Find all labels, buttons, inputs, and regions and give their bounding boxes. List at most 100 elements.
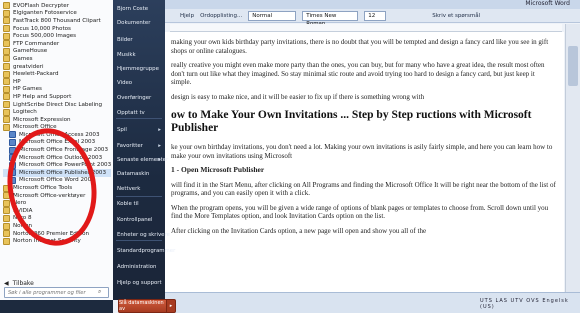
program-folder[interactable]: Focus 500,000 Images [3, 32, 111, 40]
doc-step-heading: 1 - Open Microsoft Publisher [171, 165, 265, 174]
program-label: Microsoft Office [13, 124, 57, 131]
program-folder[interactable]: Microsoft Office [3, 123, 111, 132]
program-item[interactable]: Microsoft Office PowerPoint 2003 [3, 161, 111, 169]
program-folder[interactable]: GameHouse [3, 47, 111, 56]
font-combo[interactable]: Times New Roman [302, 10, 359, 27]
program-folder[interactable]: Elgiganten Fotoservice [3, 9, 111, 18]
shutdown-button[interactable]: Slå datamaskinen av [118, 299, 168, 313]
program-folder[interactable]: Hewlett-Packard [3, 70, 111, 78]
program-folder[interactable]: HP Help and Support [3, 93, 111, 101]
program-label: HP [13, 78, 21, 85]
folder-icon [3, 108, 10, 116]
program-folder[interactable]: Microsoft Office-verktøyer [3, 192, 111, 200]
folder-icon [3, 230, 10, 238]
program-folder[interactable]: Norton [3, 222, 111, 230]
folder-icon [3, 93, 10, 101]
status-bar: UTS LAS UTV OVS Engelsk (US) [160, 292, 580, 313]
start-right-item-label: Hjelp og support [117, 280, 162, 286]
folder-icon [3, 123, 10, 131]
start-right-item[interactable]: Musikk [117, 52, 163, 58]
program-folder[interactable]: Focus 10,000 Photos [3, 25, 111, 33]
program-label: Microsoft Office Excel 2003 [19, 139, 96, 146]
program-label: LightScribe Direct Disc Labeling [13, 101, 103, 108]
start-search-box[interactable]: ⌕ [4, 287, 109, 298]
start-right-item[interactable]: Datamaskin [117, 171, 163, 177]
start-right-item[interactable]: Enheter og skrivere [117, 232, 170, 238]
start-right-item[interactable]: Dokumenter [117, 20, 163, 26]
style-list-label[interactable]: Ordopplisting... [200, 13, 242, 19]
start-right-item[interactable]: Bjorn Coste [117, 6, 163, 12]
start-right-item[interactable]: Koble til [117, 201, 163, 207]
help-question-box[interactable]: Skriv et spørsmål [432, 13, 480, 19]
start-right-item[interactable]: Administration [117, 264, 163, 270]
program-folder[interactable]: FTP Commander [3, 40, 111, 48]
program-folder[interactable]: Norton 360 Premier Edition [3, 230, 111, 238]
program-folder[interactable]: HP [3, 78, 111, 86]
start-right-item[interactable]: Favoritter ▸ [117, 143, 163, 149]
start-right-item[interactable]: Spil ▸ [117, 127, 163, 133]
folder-icon [3, 32, 10, 40]
program-label: Focus 10,000 Photos [13, 25, 71, 32]
start-right-item-label: Favoritter [117, 143, 143, 149]
app-icon [9, 169, 16, 177]
doc-paragraph: design is easy to make nice, and it will… [171, 92, 425, 101]
program-folder[interactable]: Logitech [3, 108, 111, 116]
start-right-item-label: Video [117, 80, 133, 86]
folder-icon [3, 101, 10, 109]
font-size-combo[interactable]: 12 [364, 10, 387, 21]
program-folder[interactable]: HP Games [3, 85, 111, 94]
folder-icon [3, 214, 10, 222]
program-folder[interactable]: NVIDIA [3, 207, 111, 215]
program-label: Nero [13, 200, 27, 207]
program-item[interactable]: Microsoft Office Publisher 2003 [3, 169, 111, 177]
program-item[interactable]: Microsoft Office Outlook 2003 [3, 154, 111, 162]
program-folder[interactable]: Norton Internet Security [3, 237, 111, 245]
start-right-item[interactable]: Bilder [117, 37, 163, 43]
folder-icon [3, 237, 10, 245]
start-right-item[interactable]: Hjemmegruppe [117, 66, 163, 72]
start-right-item[interactable]: Nettverk [117, 186, 163, 192]
program-folder[interactable]: Nero [3, 199, 111, 207]
program-folder[interactable]: Microsoft Office Tools [3, 184, 111, 192]
program-folder[interactable]: EVOFlash Decrypter [3, 2, 111, 10]
program-folder[interactable]: Nero 8 [3, 214, 111, 223]
submenu-arrow-icon: ▸ [158, 143, 161, 149]
back-button[interactable]: ◀ Tilbake [4, 280, 34, 287]
start-right-item-label: Standardprogrammer [117, 248, 176, 254]
start-right-item[interactable]: Senaste elementer ▸ [117, 157, 168, 163]
scrollbar-thumb[interactable] [568, 46, 578, 86]
program-item[interactable]: Microsoft Office Word 2003 [3, 176, 111, 185]
program-label: Logitech [13, 109, 37, 116]
folder-icon [3, 63, 10, 71]
program-item[interactable]: Microsoft Office FrontPage 2003 [3, 146, 111, 154]
start-right-item-label: Administration [117, 264, 157, 270]
start-menu-right-pane: Bjorn Coste Dokumenter Bilder Musikk Hjemmeg… [113, 0, 175, 300]
program-folder[interactable]: FastTrack 800 Thousand Clipart [3, 17, 111, 25]
start-right-item[interactable]: Overføringer [117, 95, 163, 101]
program-folder[interactable]: Games [3, 55, 111, 63]
start-right-item[interactable]: Standardprogrammer [117, 248, 175, 254]
program-label: Norton [13, 223, 33, 230]
program-item[interactable]: Microsoft Office Access 2003 [3, 131, 111, 139]
app-icon [9, 131, 16, 139]
start-right-item[interactable]: Opptatt tv [117, 110, 163, 116]
start-right-item[interactable]: Hjelp og support [117, 280, 163, 286]
start-search-input[interactable] [5, 289, 96, 296]
help-menu[interactable]: Hjelp [180, 13, 194, 19]
program-folder[interactable]: LightScribe Direct Disc Labeling [3, 101, 111, 109]
program-label: Microsoft Office PowerPoint 2003 [19, 162, 111, 169]
folder-icon [3, 192, 10, 200]
program-label: GameHouse [13, 48, 48, 55]
app-icon [9, 176, 16, 184]
vertical-scrollbar[interactable] [565, 24, 580, 293]
start-right-item[interactable]: Video [117, 80, 163, 86]
program-folder[interactable]: Microsoft Expression [3, 116, 111, 124]
start-right-item[interactable]: Kontrollpanel [117, 217, 163, 223]
document-page[interactable]: making your own kids birthday party invi… [165, 32, 564, 293]
start-right-item-label: Opptatt tv [117, 110, 145, 116]
style-combo[interactable]: Normal [248, 10, 297, 21]
folder-icon [3, 199, 10, 207]
shutdown-options-icon[interactable]: ▸ [166, 299, 176, 313]
program-folder[interactable]: greatvideri [3, 63, 111, 71]
program-item[interactable]: Microsoft Office Excel 2003 [3, 138, 111, 147]
